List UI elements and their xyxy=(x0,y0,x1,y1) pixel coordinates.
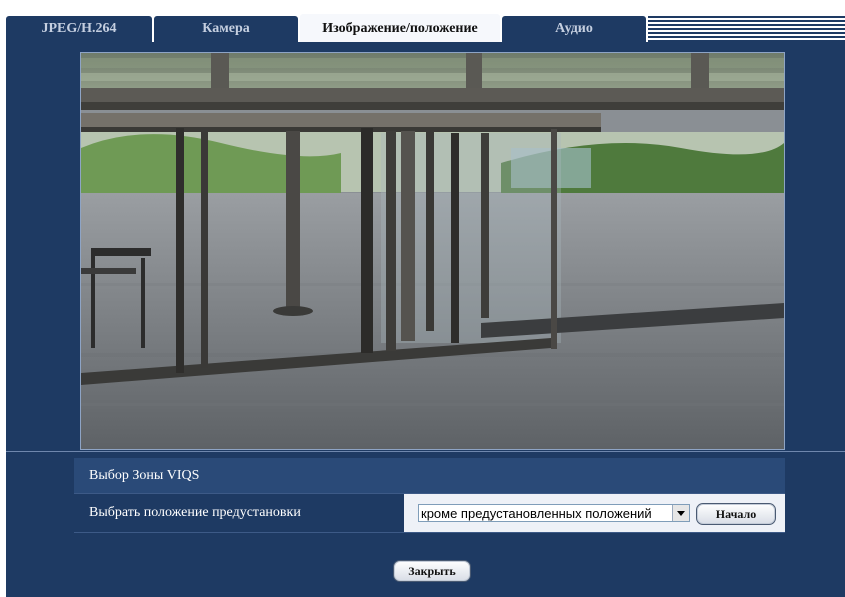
preset-row: Выбрать положение предустановки кроме пр… xyxy=(74,494,785,533)
camera-live-image xyxy=(80,52,785,450)
tab-jpeg-h264[interactable]: JPEG/H.264 xyxy=(6,16,152,42)
preset-label: Выбрать положение предустановки xyxy=(89,505,301,520)
divider xyxy=(6,451,845,452)
tab-image-position[interactable]: Изображение/положение xyxy=(300,14,500,42)
viqs-settings-table: Выбор Зоны VIQS Выбрать положение предус… xyxy=(74,458,785,533)
tab-bar-decoration xyxy=(648,16,845,42)
chevron-down-icon[interactable] xyxy=(672,505,689,521)
preset-select-cell: кроме предустановленных положений Начало xyxy=(404,494,785,532)
close-button[interactable]: Закрыть xyxy=(393,560,471,582)
tab-audio[interactable]: Аудио xyxy=(502,16,646,42)
viqs-zone-label: Выбор Зоны VIQS xyxy=(89,468,200,483)
viqs-zone-row: Выбор Зоны VIQS xyxy=(74,458,785,494)
tab-camera[interactable]: Камера xyxy=(154,16,298,42)
settings-panel: Выбор Зоны VIQS Выбрать положение предус… xyxy=(6,42,845,597)
tab-bar: JPEG/H.264 Камера Изображение/положение … xyxy=(6,10,845,42)
preset-select-value: кроме предустановленных положений xyxy=(421,506,652,521)
preset-select[interactable]: кроме предустановленных положений xyxy=(418,504,690,522)
start-button[interactable]: Начало xyxy=(696,503,776,525)
